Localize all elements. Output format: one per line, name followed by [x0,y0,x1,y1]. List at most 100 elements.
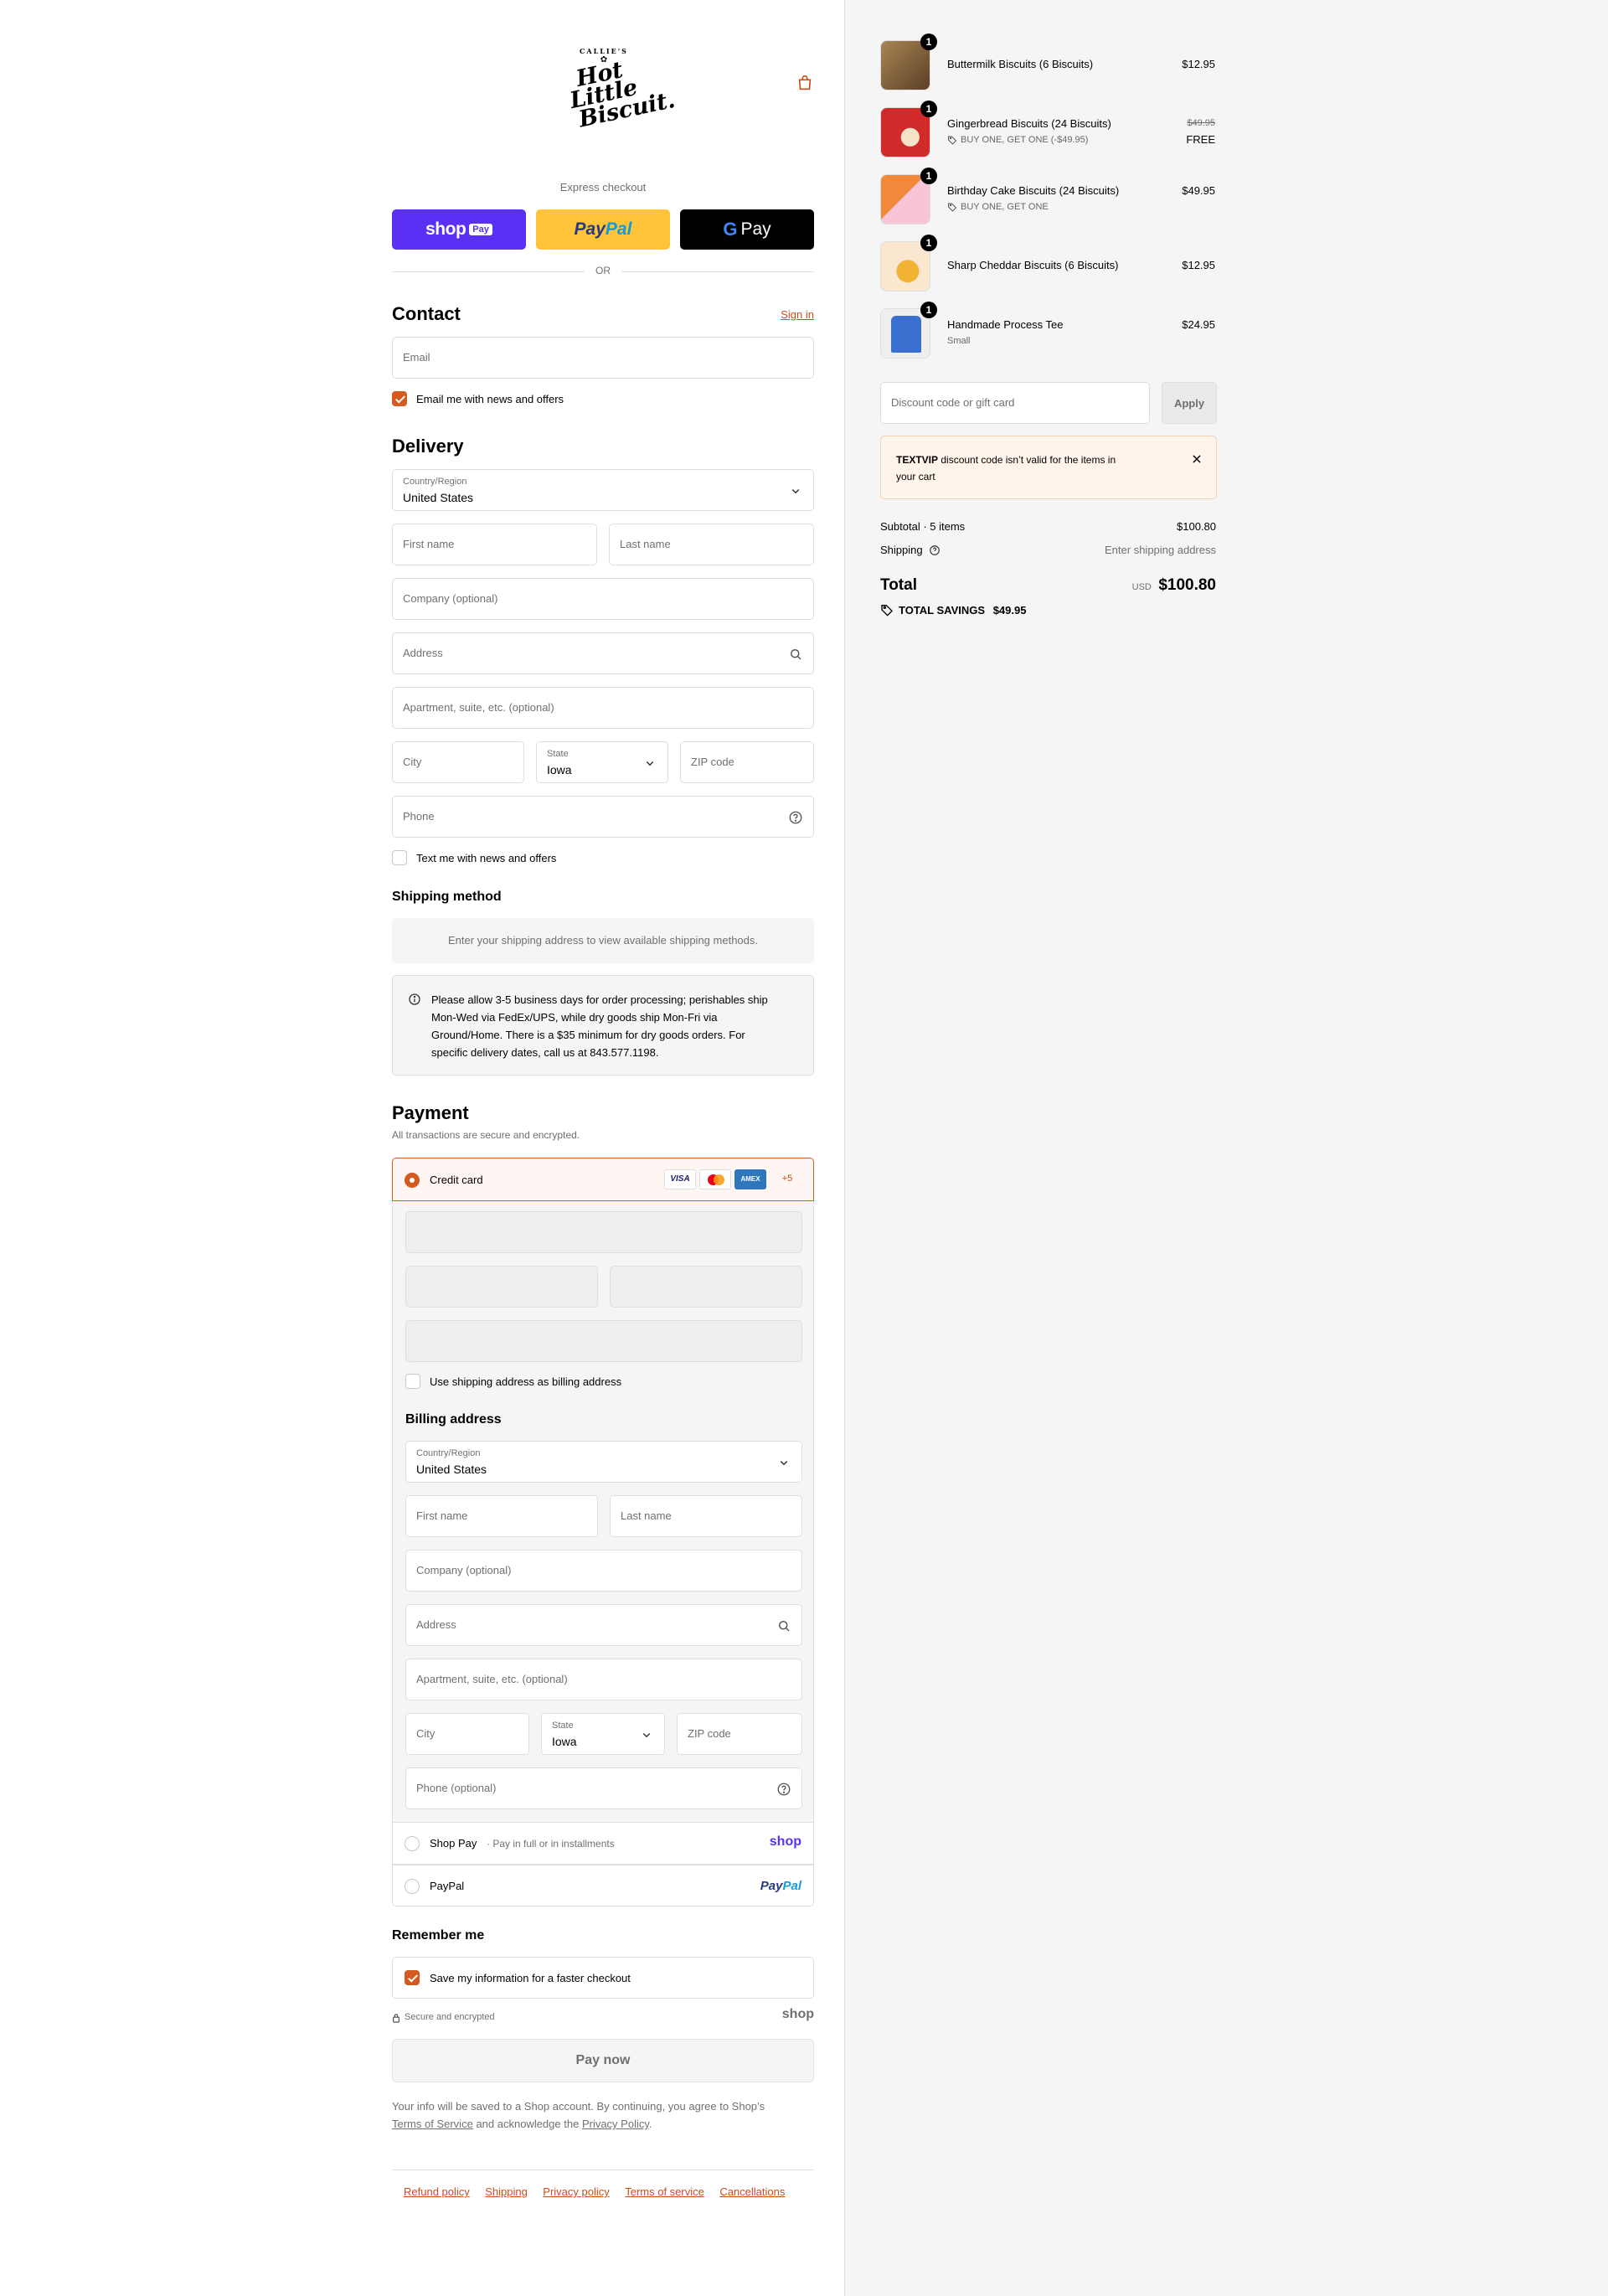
use-shipping-checkbox[interactable] [405,1374,420,1389]
shipping-link[interactable]: Shipping [485,2185,528,2198]
cart-bag-icon[interactable] [796,74,814,92]
country-select[interactable]: Country/Region United States [392,469,814,511]
billing-state-value: Iowa [552,1735,577,1748]
first-name-placeholder: First name [403,538,455,550]
address-field[interactable]: Address [392,632,814,674]
billing-country-select[interactable]: Country/Region United States [405,1441,802,1483]
credit-card-label: Credit card [430,1174,483,1186]
item-name: Gingerbread Biscuits (24 Biscuits) [947,117,1111,130]
shop-pay-button[interactable]: shop Pay [392,209,526,250]
help-icon[interactable] [788,810,803,825]
billing-title: Billing address [405,1412,502,1427]
shop-pay-radio[interactable] [405,1836,420,1851]
billing-first-name-field[interactable]: First name [405,1495,598,1537]
total-label: Total [880,576,917,594]
apartment-field[interactable]: Apartment, suite, etc. (optional) [392,687,814,729]
billing-company-placeholder: Company (optional) [416,1564,512,1576]
shop-pay-option[interactable]: Shop Pay · Pay in full or in installment… [392,1823,814,1865]
help-icon[interactable] [776,1782,791,1797]
sign-in-link[interactable]: Sign in [781,308,814,321]
company-field[interactable]: Company (optional) [392,578,814,620]
card-name-field[interactable] [405,1320,802,1362]
shop-pay-logo: shop [769,1834,801,1849]
state-select[interactable]: State Iowa [536,741,668,783]
billing-phone-field[interactable]: Phone (optional) [405,1767,802,1809]
remember-title: Remember me [392,1928,485,1943]
shipping-note-line: Please allow 3-5 business days for order… [431,993,768,1006]
discount-input[interactable]: Discount code or gift card [880,382,1150,424]
paypal-radio[interactable] [405,1879,420,1894]
state-label: State [547,749,569,759]
secure-label: Secure and encrypted [405,2012,495,2022]
chevron-down-icon [780,1460,788,1466]
info-icon [409,993,420,1005]
google-pay-button[interactable]: G Pay [680,209,814,250]
terms-link[interactable]: Terms of Service [392,2118,473,2130]
billing-city-field[interactable]: City [405,1713,529,1755]
city-field[interactable]: City [392,741,524,783]
terms-of-service-link[interactable]: Terms of service [625,2185,704,2198]
billing-country-value: United States [416,1463,487,1476]
refund-policy-link[interactable]: Refund policy [404,2185,470,2198]
paypal-label: PayPal [430,1880,465,1892]
billing-zip-field[interactable]: ZIP code [677,1713,802,1755]
item-old-price: $49.95 [1187,118,1215,128]
checkout-main: CALLIE'S ✿ Hot Little Biscuit. Express c… [0,0,844,2296]
pay-now-button[interactable]: Pay now [392,2039,814,2082]
paypal-logo: PayPal [760,1879,801,1893]
paypal-button[interactable]: Pay Pal [536,209,670,250]
billing-city-placeholder: City [416,1727,436,1740]
email-placeholder: Email [403,351,430,364]
cancellations-link[interactable]: Cancellations [719,2185,785,2198]
card-expiry-field[interactable] [405,1266,598,1308]
zip-field[interactable]: ZIP code [680,741,814,783]
text-news-label: Text me with news and offers [416,852,557,864]
billing-state-select[interactable]: State Iowa [541,1713,665,1755]
billing-state-label: State [552,1721,574,1731]
billing-company-field[interactable]: Company (optional) [405,1550,802,1592]
error-code: TEXTVIP [896,454,939,466]
gpay-label: Pay [740,219,771,239]
credit-card-radio[interactable] [405,1173,420,1188]
privacy-policy-link[interactable]: Privacy policy [543,2185,609,2198]
discount-tag-icon [948,203,957,212]
city-placeholder: City [403,756,422,768]
billing-apartment-field[interactable]: Apartment, suite, etc. (optional) [405,1659,802,1700]
cart-item: 1 Gingerbread Biscuits (24 Biscuits) BUY… [880,101,1215,157]
last-name-field[interactable]: Last name [609,524,814,565]
cart-item: 1 Sharp Cheddar Biscuits (6 Biscuits) $1… [880,235,1215,292]
payment-subtitle: All transactions are secure and encrypte… [392,1129,580,1141]
pay-now-label: Pay now [575,2053,631,2067]
discount-error-banner: TEXTVIP discount code isn’t valid for th… [880,436,1217,499]
company-placeholder: Company (optional) [403,592,498,605]
first-name-field[interactable]: First name [392,524,597,565]
chevron-down-icon [791,488,800,494]
email-news-label: Email me with news and offers [416,393,564,405]
save-info-box[interactable]: Save my information for a faster checkou… [392,1957,814,1999]
billing-last-name-field[interactable]: Last name [610,1495,802,1537]
card-cvv-field[interactable] [610,1266,802,1308]
paypal-option[interactable]: PayPal PayPal [392,1865,814,1906]
credit-card-option[interactable]: Credit card VISA AMEX +5 [392,1158,814,1201]
email-field[interactable]: Email [392,337,814,379]
text-news-checkbox[interactable] [392,850,407,865]
chevron-down-icon [646,761,654,766]
billing-address-field[interactable]: Address [405,1604,802,1646]
card-number-field[interactable] [405,1211,802,1253]
address-placeholder: Address [403,647,443,659]
cart-item: 1 Buttermilk Biscuits (6 Biscuits) $12.9… [880,34,1215,90]
store-logo[interactable]: CALLIE'S ✿ Hot Little Biscuit. [558,47,678,132]
quantity-badge: 1 [920,34,937,50]
phone-field[interactable]: Phone [392,796,814,838]
close-icon[interactable] [1191,453,1203,465]
item-price: $49.95 [1182,184,1215,197]
apply-button[interactable]: Apply [1162,382,1217,424]
shipping-methods-placeholder: Enter your shipping address to view avai… [392,918,814,963]
help-icon[interactable] [929,544,941,556]
logo-top: CALLIE'S [580,47,628,55]
or-divider-label: OR [595,265,611,276]
email-news-checkbox[interactable] [392,391,407,406]
save-info-checkbox[interactable] [405,1970,420,1985]
shop-pay-tag: Pay [469,224,492,235]
privacy-link[interactable]: Privacy Policy [582,2118,649,2130]
